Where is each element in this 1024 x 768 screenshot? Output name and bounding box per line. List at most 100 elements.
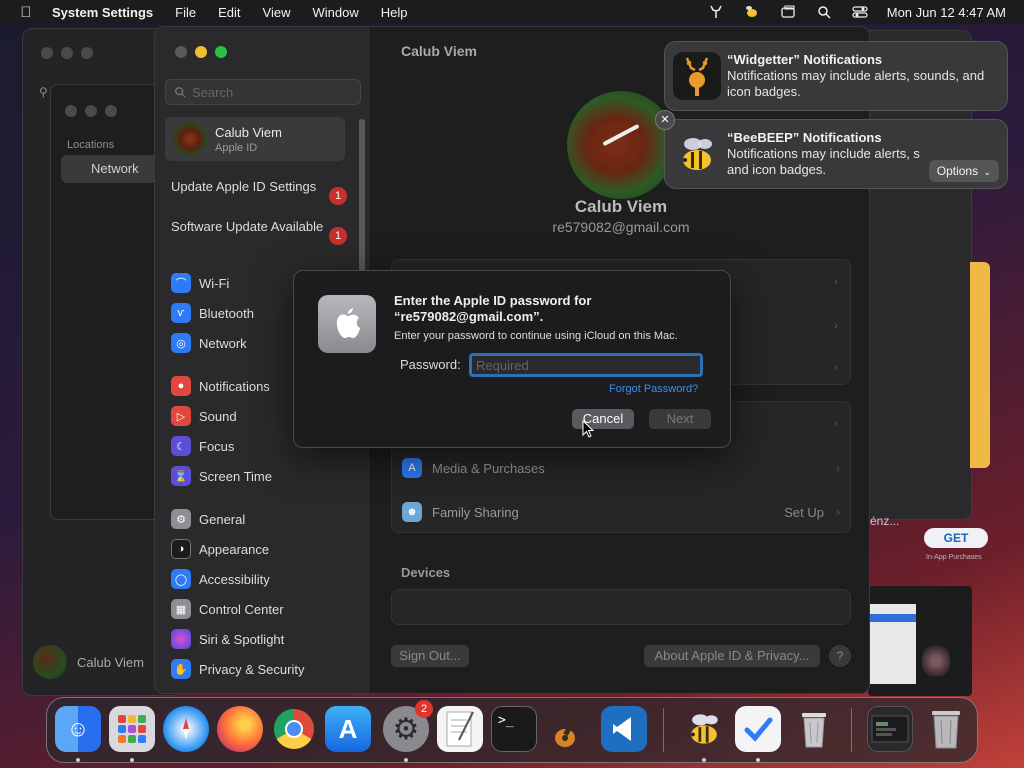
menu-window[interactable]: Window (312, 5, 358, 20)
forgot-password-link[interactable]: Forgot Password? (609, 383, 698, 395)
running-indicator (404, 758, 408, 762)
profile-name: Calub Viem (574, 197, 668, 216)
close-icon[interactable]: ✕ (655, 110, 675, 130)
menu-view[interactable]: View (263, 5, 291, 20)
control-center-icon: ▦ (171, 599, 191, 619)
vscode-icon[interactable] (601, 706, 647, 752)
menu-app-name[interactable]: System Settings (52, 5, 153, 20)
garageband-icon[interactable] (545, 706, 591, 752)
sidebar-item-update-apple-id[interactable]: Update Apple ID Settings 1 (171, 179, 347, 205)
locations-label: Locations (67, 139, 115, 151)
finder-icon[interactable]: ☺ (55, 706, 101, 752)
search-input[interactable] (192, 84, 352, 100)
bell-icon: ● (171, 376, 191, 396)
notification-beebeep[interactable]: ✕ “BeeBEEP” Notifications Notifications … (655, 110, 1008, 189)
dock-separator (663, 708, 664, 752)
about-apple-id-button[interactable]: About Apple ID & Privacy... (644, 645, 820, 667)
sidebar-scrollbar[interactable] (359, 119, 365, 289)
dialog-subtitle: Enter your password to continue using iC… (394, 330, 678, 342)
tasks-checkmark-icon[interactable] (735, 706, 781, 752)
chevron-right-icon: › (836, 505, 840, 519)
sidebar-item-label: Focus (199, 438, 235, 454)
menu-file[interactable]: File (175, 5, 196, 20)
menu-help[interactable]: Help (381, 5, 408, 20)
get-button[interactable]: GET (924, 528, 988, 548)
chrome-icon[interactable] (271, 706, 317, 752)
launchpad-icon[interactable] (109, 706, 155, 752)
search-icon (175, 87, 186, 98)
notification-options-button[interactable]: Options ⌄ (928, 160, 999, 182)
sidebar-item-privacy-security[interactable]: ✋ Privacy & Security (171, 657, 304, 681)
sidebar-item-focus[interactable]: ☾ Focus (171, 434, 234, 458)
sidebar-item-screen-time[interactable]: ⌛ Screen Time (171, 464, 272, 488)
thumbnail-image (922, 646, 950, 676)
sidebar-item-bluetooth[interactable]: ѵ Bluetooth (171, 301, 254, 325)
sidebar-item-sound[interactable]: ▷ Sound (171, 404, 237, 428)
football-avatar (33, 645, 67, 679)
sign-out-button[interactable]: Sign Out... (391, 645, 469, 667)
trash-icon[interactable] (923, 706, 969, 752)
apple-id-password-dialog: Enter the Apple ID password for “re57908… (293, 270, 731, 448)
safari-icon[interactable] (163, 706, 209, 752)
running-indicator (702, 758, 706, 762)
system-settings-icon[interactable]: ⚙ 2 (383, 700, 433, 752)
next-button[interactable]: Next (649, 409, 711, 429)
chevron-right-icon: › (834, 318, 838, 332)
row-label: Media & Purchases (432, 460, 545, 476)
beebeep-bee-icon[interactable] (681, 706, 727, 752)
sidebar-item-notifications[interactable]: ● Notifications (171, 374, 270, 398)
sidebar-item-software-update[interactable]: Software Update Available 1 (171, 219, 347, 245)
minimize-window-button[interactable] (195, 46, 207, 58)
textedit-icon[interactable] (437, 706, 483, 752)
minimized-window-icon[interactable] (867, 706, 913, 752)
sidebar-item-control-center[interactable]: ▦ Control Center (171, 597, 284, 621)
sidebar-item-siri-spotlight[interactable]: Siri & Spotlight (171, 627, 284, 651)
password-field[interactable] (469, 353, 703, 377)
window-controls (175, 46, 227, 58)
widgetter-deer-icon (673, 52, 721, 100)
account-subtitle: Apple ID (215, 141, 258, 154)
control-center-icon[interactable] (851, 5, 869, 19)
menu-edit[interactable]: Edit (218, 5, 240, 20)
menu-clock[interactable]: Mon Jun 12 4:47 AM (887, 5, 1006, 20)
close-window-button[interactable] (175, 46, 187, 58)
trash-full-icon[interactable] (791, 706, 837, 752)
notification-widgetter[interactable]: “Widgetter” Notifications Notifications … (664, 41, 1008, 111)
accessibility-icon: ◯ (171, 569, 191, 589)
gear-icon: ⚙ (171, 509, 191, 529)
sidebar-item-accessibility[interactable]: ◯ Accessibility (171, 567, 270, 591)
search-field[interactable] (165, 79, 361, 105)
deer-status-icon[interactable] (707, 5, 725, 19)
account-name: Calub Viem (215, 124, 282, 140)
football-profile-picture[interactable] (567, 91, 675, 199)
spotlight-search-icon[interactable] (815, 5, 833, 19)
sidebar-item-general[interactable]: ⚙ General (171, 507, 245, 531)
terminal-icon[interactable]: >_ (491, 706, 537, 752)
chevron-down-icon: ⌄ (983, 167, 991, 177)
sidebar-item-apple-id[interactable]: Calub Viem Apple ID (165, 117, 345, 161)
moon-icon: ☾ (171, 436, 191, 456)
mouse-cursor-icon (582, 420, 595, 438)
help-button[interactable]: ? (829, 645, 851, 667)
window-status-icon[interactable] (779, 5, 797, 19)
bee-status-icon[interactable] (743, 5, 761, 19)
media-purchases-row[interactable]: A Media & Purchases › (392, 446, 852, 490)
software-update-label: Software Update Available (171, 219, 324, 234)
app-store-icon[interactable]: A (325, 706, 371, 752)
thumbnail-table (870, 604, 916, 684)
sidebar-item-label: Sound (199, 408, 237, 424)
firefox-icon[interactable] (217, 706, 263, 752)
beebeep-bee-icon (673, 130, 721, 178)
running-indicator (76, 758, 80, 762)
family-sharing-row[interactable]: ☻ Family Sharing Set Up › (392, 490, 852, 534)
zoom-window-button[interactable] (215, 46, 227, 58)
apple-menu-icon[interactable]:  (16, 4, 36, 21)
sidebar-item-wifi[interactable]: ⌒ Wi-Fi (171, 271, 229, 295)
devices-heading: Devices (401, 565, 451, 580)
sidebar-item-network[interactable]: ◎ Network (171, 331, 247, 355)
apple-logo-icon (318, 295, 376, 353)
notification-title: “Widgetter” Notifications (727, 52, 883, 67)
dock: ☺ A ⚙ 2 >_ (46, 697, 978, 763)
sidebar-item-appearance[interactable]: ◑ Appearance (171, 537, 269, 561)
sidebar-item-label: Siri & Spotlight (199, 631, 285, 647)
